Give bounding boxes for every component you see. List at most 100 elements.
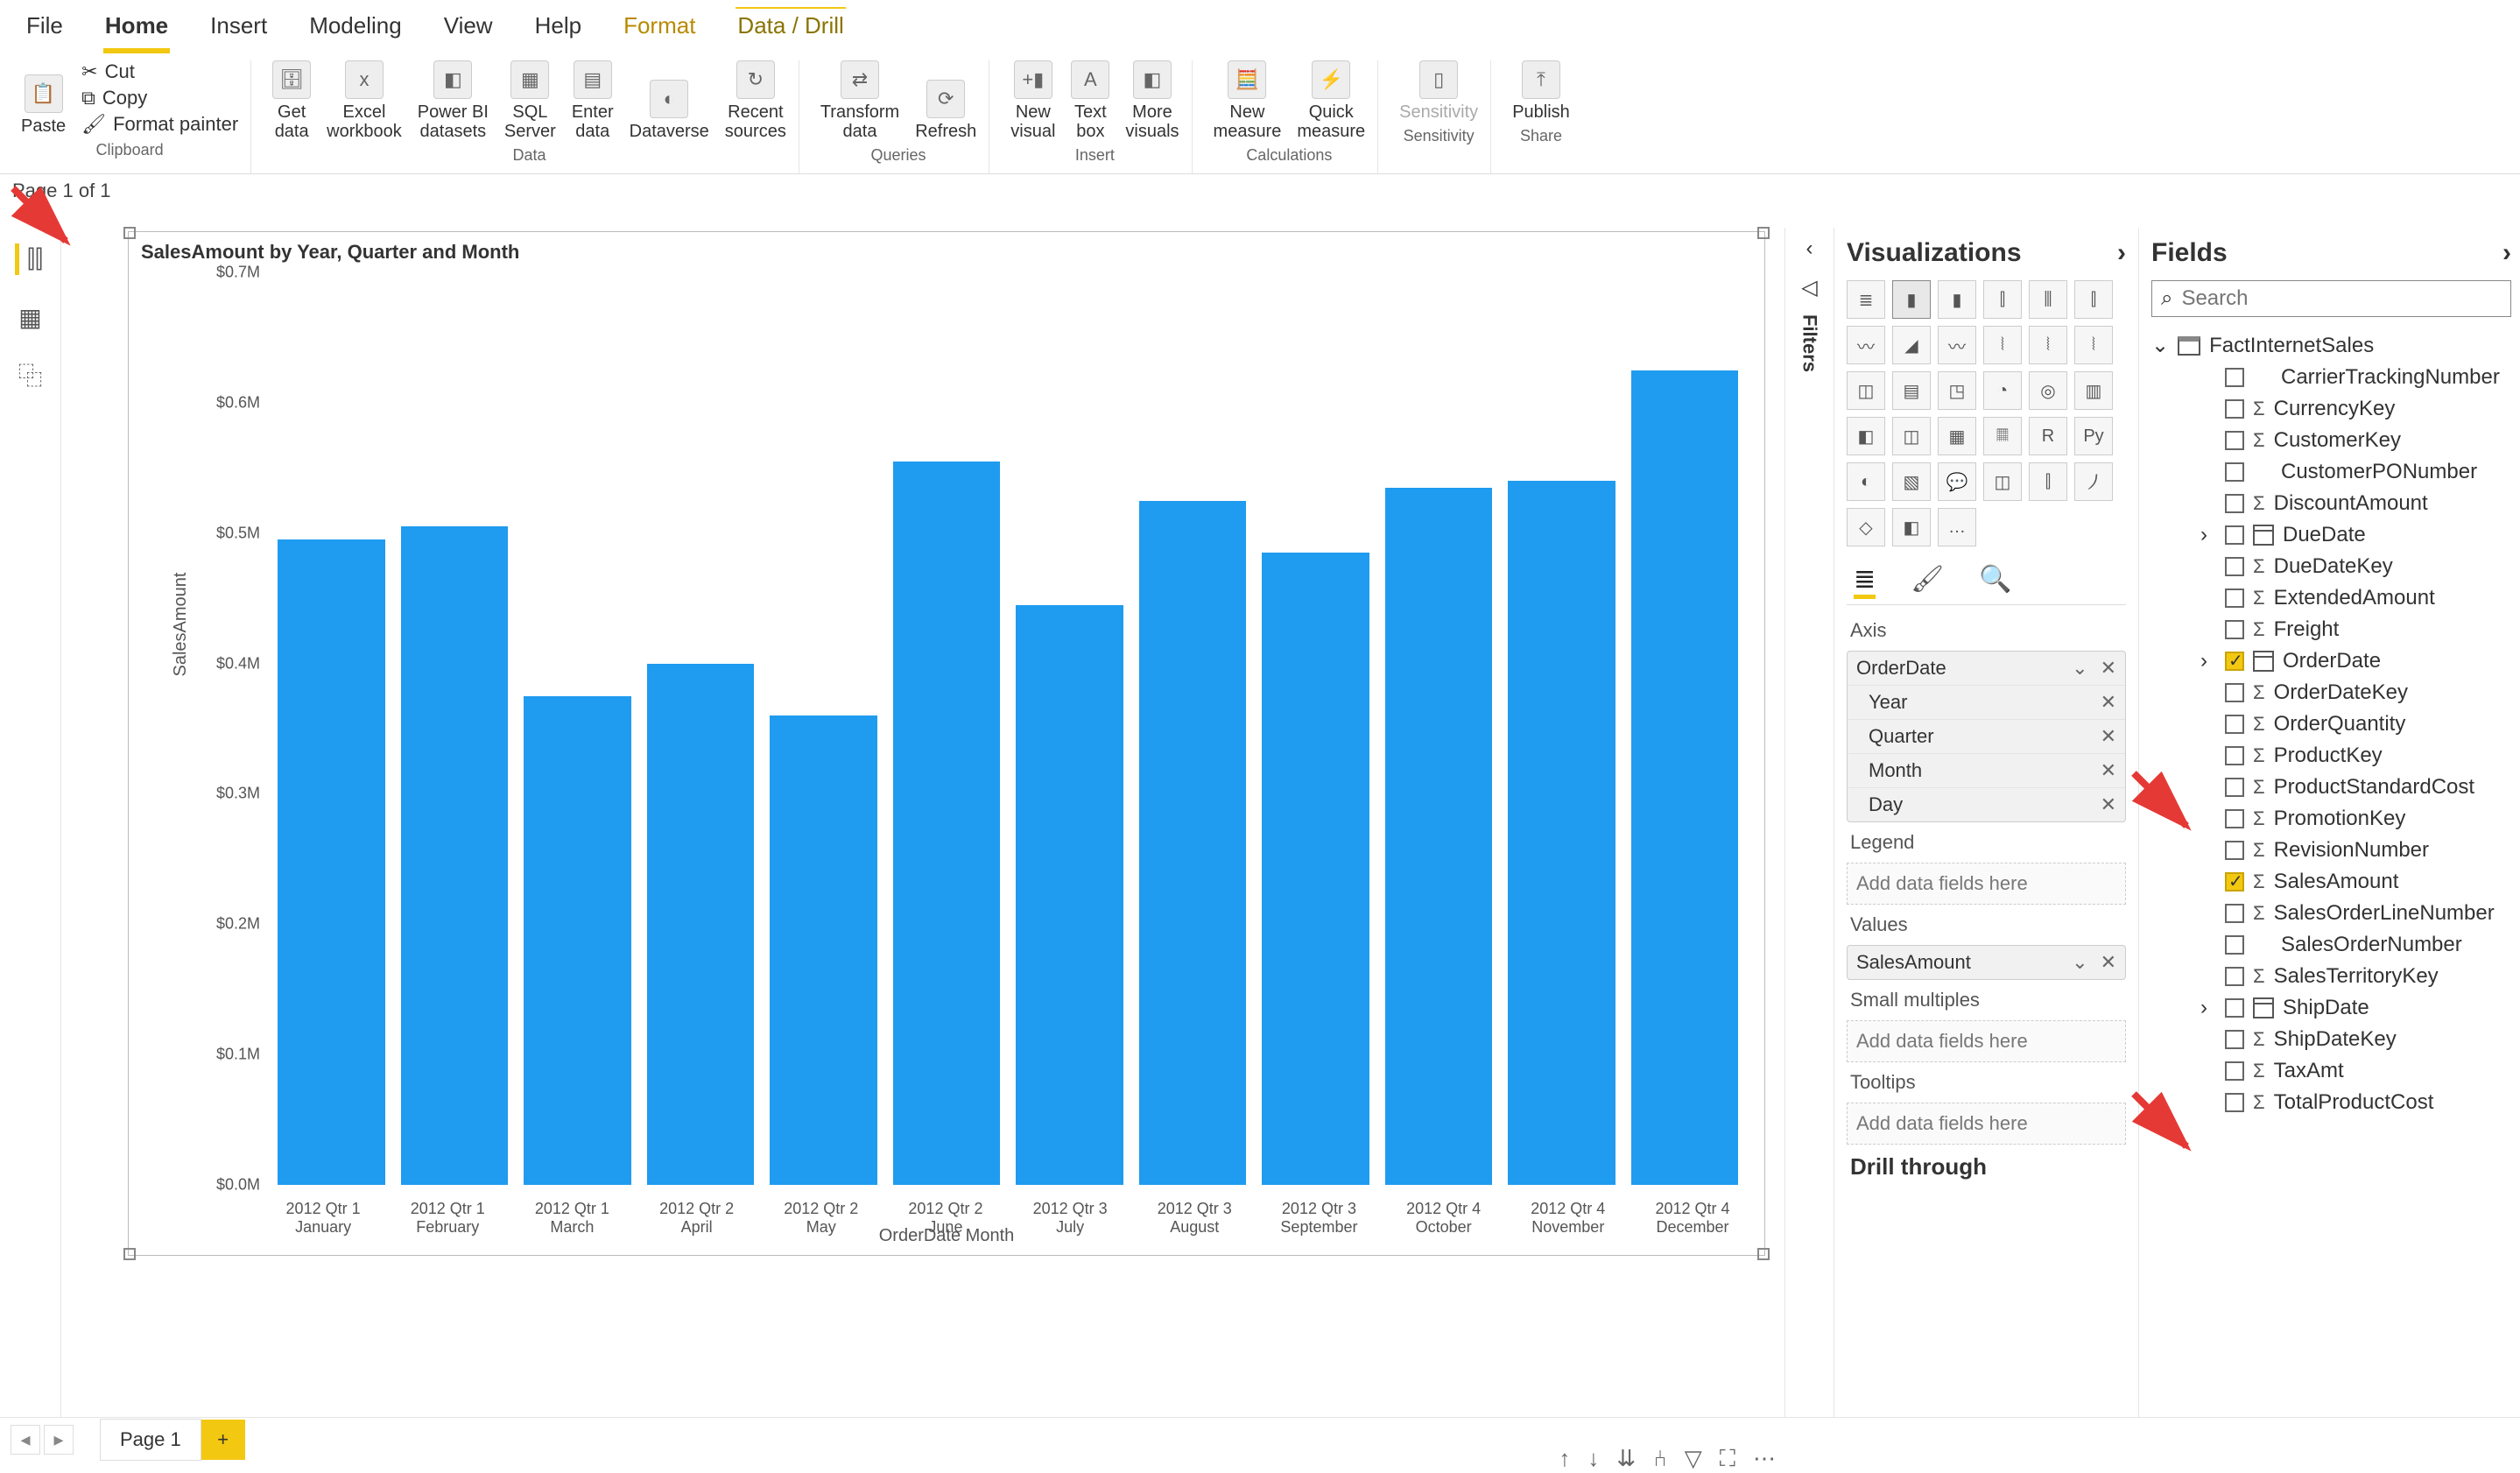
field-item[interactable]: ΣDiscountAmount <box>2151 488 2511 519</box>
viz-type-button[interactable]: 〰 <box>1847 326 1885 364</box>
checkbox[interactable] <box>2225 620 2244 639</box>
dataverse-button[interactable]: ◐Dataverse <box>630 80 709 141</box>
checkbox[interactable] <box>2225 998 2244 1018</box>
viz-type-button[interactable]: ⫿ <box>2029 462 2067 501</box>
bar[interactable] <box>1016 605 1123 1185</box>
excel-button[interactable]: xExcel workbook <box>327 60 402 141</box>
report-view-icon[interactable]: ⫿⫿ <box>15 243 46 275</box>
axis-level[interactable]: Day✕ <box>1848 788 2125 821</box>
menu-help[interactable]: Help <box>533 7 583 53</box>
viz-type-button[interactable]: ◫ <box>1847 371 1885 410</box>
menu-view[interactable]: View <box>442 7 495 53</box>
bar[interactable] <box>278 539 385 1185</box>
field-item[interactable]: CarrierTrackingNumber <box>2151 362 2511 393</box>
transform-data-button[interactable]: ⇄Transform data <box>820 60 899 141</box>
viz-type-button[interactable]: ▦ <box>1938 417 1976 455</box>
menu-modeling[interactable]: Modeling <box>307 7 404 53</box>
cut-button[interactable]: ✂Cut <box>81 60 238 83</box>
well-small-multiples[interactable]: Add data fields here <box>1847 1020 2126 1062</box>
viz-type-button[interactable]: ◔ <box>1983 371 2022 410</box>
remove-icon[interactable]: ✕ <box>2101 951 2116 974</box>
checkbox[interactable] <box>2225 525 2244 545</box>
bar[interactable] <box>524 696 631 1185</box>
field-item[interactable]: ›ShipDate <box>2151 992 2511 1024</box>
bar-chart-visual[interactable]: SalesAmount by Year, Quarter and Month S… <box>128 231 1765 1256</box>
checkbox[interactable] <box>2225 841 2244 860</box>
resize-handle[interactable] <box>123 227 136 239</box>
menu-data-drill[interactable]: Data / Drill <box>736 7 845 53</box>
add-page-button[interactable]: + <box>201 1420 245 1460</box>
viz-type-button[interactable]: ⫿ <box>2074 280 2113 319</box>
paste-button[interactable]: 📋Paste <box>21 74 66 136</box>
checkbox[interactable] <box>2225 872 2244 892</box>
menu-insert[interactable]: Insert <box>208 7 269 53</box>
remove-icon[interactable]: ✕ <box>2101 725 2116 748</box>
viz-type-button[interactable]: ◢ <box>1892 326 1931 364</box>
viz-type-button[interactable]: ◧ <box>1847 417 1885 455</box>
viz-type-button[interactable]: 𝄜 <box>1983 417 2022 455</box>
axis-level[interactable]: Year✕ <box>1848 686 2125 720</box>
bar[interactable] <box>1631 370 1739 1185</box>
checkbox[interactable] <box>2225 809 2244 828</box>
remove-icon[interactable]: ✕ <box>2101 759 2116 782</box>
viz-type-button[interactable]: 💬 <box>1938 462 1976 501</box>
resize-handle[interactable] <box>1757 1248 1770 1260</box>
viz-type-button[interactable]: ⦚ <box>2029 326 2067 364</box>
chevron-right-icon[interactable]: › <box>2502 238 2511 268</box>
field-item[interactable]: ΣCustomerKey <box>2151 425 2511 456</box>
viz-type-button[interactable]: R <box>2029 417 2067 455</box>
format-tab[interactable]: 🖌 <box>1911 564 1944 599</box>
search-input[interactable] <box>2181 286 2502 311</box>
filters-pane-collapsed[interactable]: ‹ ◁ Filters <box>1784 228 1834 1417</box>
checkbox[interactable] <box>2225 368 2244 387</box>
field-item[interactable]: ΣProductStandardCost <box>2151 772 2511 803</box>
viz-type-button[interactable]: ▧ <box>1892 462 1931 501</box>
copy-button[interactable]: ⧉Copy <box>81 87 238 109</box>
checkbox[interactable] <box>2225 967 2244 986</box>
viz-type-button[interactable]: ▮ <box>1892 280 1931 319</box>
viz-type-button[interactable]: ◐ <box>1847 462 1885 501</box>
chevron-right-icon[interactable]: › <box>2117 238 2126 268</box>
chevron-right-icon[interactable]: › <box>2200 996 2216 1020</box>
well-values[interactable]: SalesAmount ⌄ ✕ <box>1847 945 2126 980</box>
bar[interactable] <box>1262 553 1369 1185</box>
field-item[interactable]: ΣTaxAmt <box>2151 1055 2511 1087</box>
viz-type-button[interactable]: 〰 <box>1938 326 1976 364</box>
checkbox[interactable] <box>2225 746 2244 765</box>
refresh-button[interactable]: ⟳Refresh <box>915 80 976 141</box>
field-item[interactable]: ›OrderDate <box>2151 645 2511 677</box>
checkbox[interactable] <box>2225 557 2244 576</box>
viz-type-button[interactable]: Py <box>2074 417 2113 455</box>
data-view-icon[interactable]: ▦ <box>15 301 46 333</box>
values-field[interactable]: SalesAmount <box>1856 951 1971 974</box>
bar[interactable] <box>770 715 877 1185</box>
chevron-right-icon[interactable]: › <box>2200 523 2216 547</box>
next-page-icon[interactable]: ▸ <box>44 1425 74 1455</box>
chevron-left-icon[interactable]: ‹ <box>1806 236 1813 261</box>
field-item[interactable]: ΣShipDateKey <box>2151 1024 2511 1055</box>
sensitivity-button[interactable]: ▯Sensitivity <box>1399 60 1478 122</box>
bar[interactable] <box>1508 481 1615 1185</box>
checkbox[interactable] <box>2225 652 2244 671</box>
checkbox[interactable] <box>2225 588 2244 608</box>
bar[interactable] <box>1139 501 1247 1186</box>
viz-type-button[interactable]: ◫ <box>1892 417 1931 455</box>
field-item[interactable]: ΣDueDateKey <box>2151 551 2511 582</box>
well-legend[interactable]: Add data fields here <box>1847 863 2126 905</box>
bar[interactable] <box>401 526 509 1185</box>
enter-data-button[interactable]: ▤Enter data <box>572 60 614 141</box>
field-item[interactable]: SalesOrderNumber <box>2151 929 2511 961</box>
checkbox[interactable] <box>2225 715 2244 734</box>
chevron-down-icon[interactable]: ⌄ <box>2072 951 2087 974</box>
field-item[interactable]: ΣFreight <box>2151 614 2511 645</box>
checkbox[interactable] <box>2225 399 2244 419</box>
viz-type-button[interactable]: … <box>1938 508 1976 546</box>
field-item[interactable]: ΣSalesTerritoryKey <box>2151 961 2511 992</box>
field-item[interactable]: ΣExtendedAmount <box>2151 582 2511 614</box>
well-tooltips[interactable]: Add data fields here <box>1847 1103 2126 1145</box>
field-item[interactable]: ΣProductKey <box>2151 740 2511 772</box>
new-visual-button[interactable]: +▮New visual <box>1010 60 1055 141</box>
viz-type-button[interactable]: ⫼ <box>2029 280 2067 319</box>
remove-icon[interactable]: ✕ <box>2101 793 2116 816</box>
recent-sources-button[interactable]: ↻Recent sources <box>725 60 786 141</box>
